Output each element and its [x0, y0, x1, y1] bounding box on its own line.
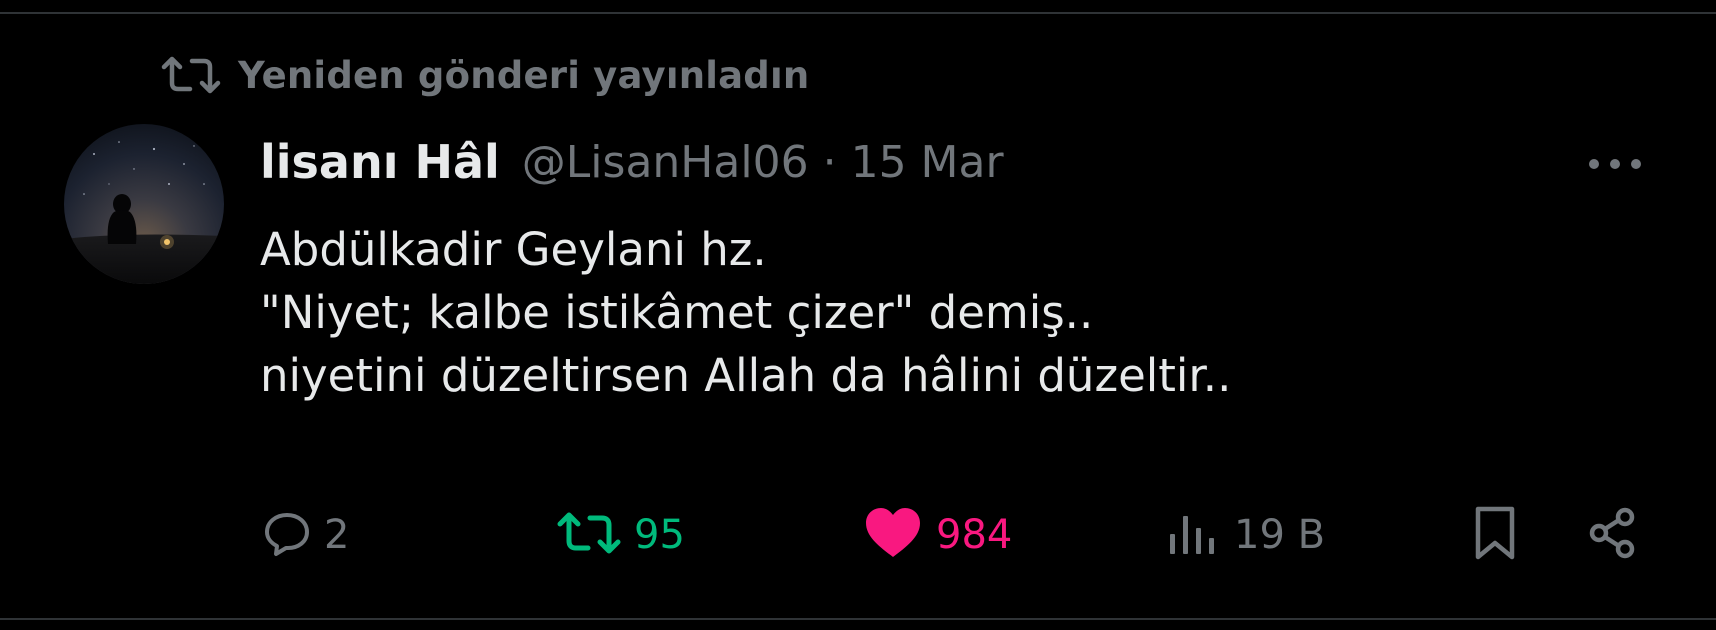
tweet-line: Abdülkadir Geylani hz. — [260, 223, 767, 276]
tweet-header: lisanı Hâl @LisanHal06 · 15 Mar — [260, 132, 1004, 192]
retweet-icon — [556, 511, 622, 559]
views-count: 19 B — [1234, 512, 1326, 558]
retweet-icon — [160, 55, 222, 95]
separator-dot: · — [822, 136, 837, 188]
tweet-line: niyetini düzeltirsen Allah da hâlini düz… — [260, 349, 1232, 402]
avatar[interactable] — [64, 124, 224, 284]
heart-icon — [862, 505, 924, 565]
reply-icon — [262, 508, 312, 562]
more-icon — [1585, 156, 1645, 175]
like-button[interactable]: 984 — [862, 505, 1012, 565]
bookmark-button[interactable] — [1470, 505, 1520, 565]
top-divider — [0, 12, 1716, 14]
action-bar: 2 95 984 19 B — [0, 505, 1716, 565]
bottom-divider — [0, 618, 1716, 620]
views-icon — [1166, 508, 1222, 562]
bookmark-icon — [1470, 505, 1520, 565]
share-icon — [1585, 505, 1641, 565]
author-handle[interactable]: @LisanHal06 — [522, 137, 809, 188]
share-button[interactable] — [1585, 505, 1641, 565]
reply-button[interactable]: 2 — [262, 505, 349, 565]
author-display-name[interactable]: lisanı Hâl — [260, 135, 500, 189]
repost-label: Yeniden gönderi yayınladın — [238, 53, 810, 97]
retweet-count: 95 — [634, 512, 685, 558]
tweet-date[interactable]: 15 Mar — [851, 137, 1004, 188]
repost-banner[interactable]: Yeniden gönderi yayınladın — [160, 50, 809, 100]
tweet-text: Abdülkadir Geylani hz. "Niyet; kalbe ist… — [260, 218, 1560, 407]
retweet-button[interactable]: 95 — [556, 505, 685, 565]
views-button[interactable]: 19 B — [1166, 505, 1325, 565]
tweet-line: "Niyet; kalbe istikâmet çizer" demiş.. — [260, 286, 1094, 339]
more-options-button[interactable] — [1580, 150, 1650, 180]
like-count: 984 — [936, 512, 1013, 558]
reply-count: 2 — [324, 512, 350, 558]
